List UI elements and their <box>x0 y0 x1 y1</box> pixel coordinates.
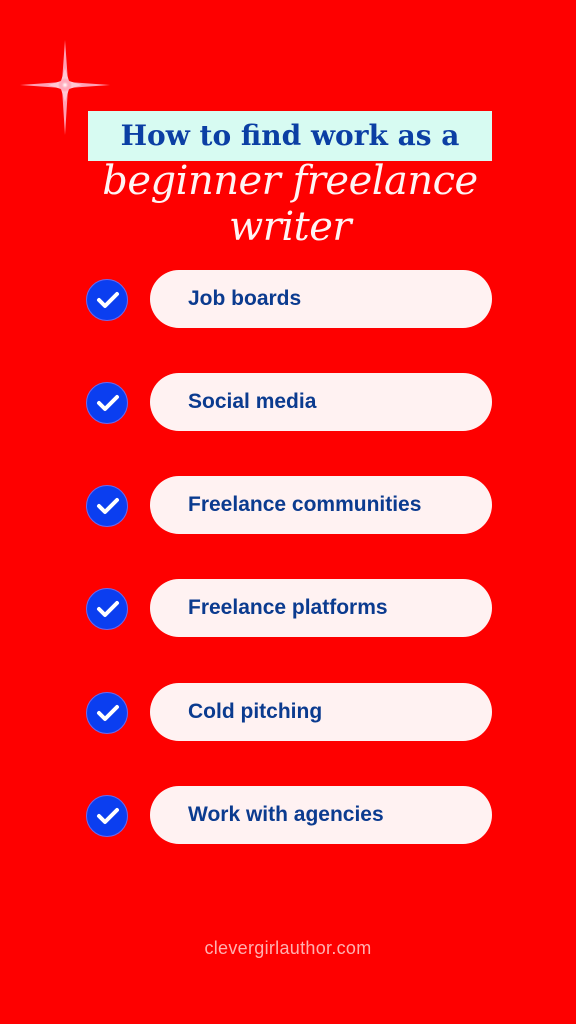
item-pill: Freelance communities <box>150 476 492 534</box>
item-pill: Cold pitching <box>150 683 492 741</box>
item-pill: Work with agencies <box>150 786 492 844</box>
item-label: Freelance platforms <box>188 596 388 619</box>
item-label: Social media <box>188 390 317 413</box>
item-label: Work with agencies <box>188 803 384 826</box>
list-item: Freelance communities <box>86 476 496 536</box>
check-circle-icon <box>86 279 128 321</box>
list-item: Freelance platforms <box>86 579 496 639</box>
page-title: How to find work as a <box>120 119 460 152</box>
website-credit: clevergirlauthor.com <box>204 938 372 958</box>
page-subtitle: beginner freelance writer <box>102 158 478 250</box>
item-label: Cold pitching <box>188 700 323 723</box>
item-label: Job boards <box>188 287 302 310</box>
check-circle-icon <box>86 485 128 527</box>
item-pill: Freelance platforms <box>150 579 492 637</box>
check-circle-icon <box>86 795 128 837</box>
check-circle-icon <box>86 382 128 424</box>
item-pill: Social media <box>150 373 492 431</box>
list-item: Cold pitching <box>86 683 496 743</box>
list-item: Work with agencies <box>86 786 496 846</box>
list-item: Job boards <box>86 270 496 330</box>
check-circle-icon <box>86 692 128 734</box>
item-pill: Job boards <box>150 270 492 328</box>
item-label: Freelance communities <box>188 493 422 516</box>
check-circle-icon <box>86 588 128 630</box>
list-item: Social media <box>86 373 496 433</box>
